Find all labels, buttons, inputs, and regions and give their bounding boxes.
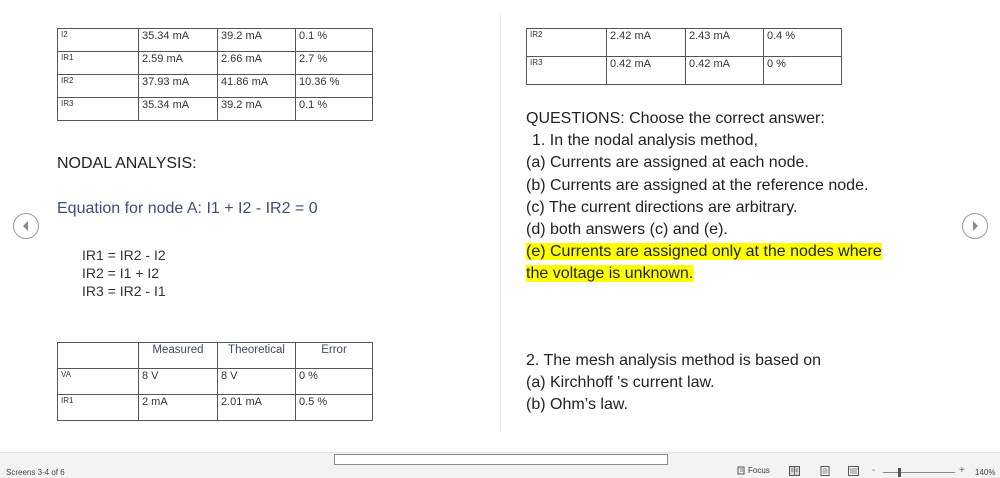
table-header-row: Measured Theoretical Error [57,342,373,369]
questions-title: QUESTIONS: Choose the correct answer: [526,110,825,127]
column-header: Measured [138,342,218,369]
column-header: Error [295,342,373,369]
table-cell: IR1 [57,51,139,75]
answer-option: (c) The current directions are arbitrary… [526,198,798,216]
table-row: IR2 2.42 mA 2.43 mA 0.4 % [526,28,842,57]
focus-icon [737,466,745,475]
table-cell: 0.42 mA [606,56,686,85]
highlighted-text: (e) Currents are assigned only at the no… [526,243,882,261]
table-cell: 0.4 % [763,28,842,57]
table-cell: IR1 [57,394,139,421]
status-bar: Screens 3-4 of 6 Focus - + 140% [0,452,1000,478]
table-cell: 2.7 % [295,51,373,75]
table-cell: 0.1 % [295,97,373,121]
table-cell: 0.42 mA [685,56,764,85]
table-cell: 2.59 mA [138,51,218,75]
table-row: IR1 2.59 mA 2.66 mA 2.7 % [57,51,373,75]
question-2: 2. The mesh analysis method is based on [526,352,821,369]
relation-line: IR1 = IR2 - I2 [82,247,166,263]
table-cell: 0.5 % [295,394,373,421]
current-relations: IR1 = IR2 - I2 IR2 = I1 + I2 IR3 = IR2 -… [82,246,166,300]
table-row: IR3 0.42 mA 0.42 mA 0 % [526,56,842,85]
table-cell: 8 V [138,368,218,395]
table-cell: 39.2 mA [217,97,296,121]
web-layout-icon[interactable] [848,466,859,476]
table-cell: IR3 [57,97,139,121]
answer-option-highlighted: (e) Currents are assigned only at the no… [526,241,946,263]
focus-label: Focus [748,466,770,475]
table-cell: 2.42 mA [606,28,686,57]
answer-option-highlighted: the voltage is unknown. [526,263,946,285]
table-cell: 0.1 % [295,28,373,52]
table-cell: 35.34 mA [138,28,218,52]
table-cell: 35.34 mA [138,97,218,121]
answer-option: (b) Ohm’s law. [526,396,628,414]
horizontal-scrollbar[interactable] [334,454,668,465]
table-cell: 2 mA [138,394,218,421]
table-cell: 10.36 % [295,74,373,98]
highlighted-text: the voltage is unknown. [526,265,694,283]
table-cell: 2.66 mA [217,51,296,75]
zoom-in-button[interactable]: + [959,465,965,476]
table-cell: 39.2 mA [217,28,296,52]
table-cell: 41.86 mA [217,74,296,98]
relation-line: IR3 = IR2 - I1 [82,283,166,299]
table-cell: 2.01 mA [217,394,296,421]
answer-option: (b) Currents are assigned at the referen… [526,176,869,194]
focus-button[interactable]: Focus [737,466,770,475]
section-heading: NODAL ANALYSIS: [57,155,197,172]
column-header [57,342,139,369]
chevron-left-icon [23,221,28,231]
table-cell: IR2 [57,74,139,98]
zoom-slider[interactable] [883,472,955,473]
table-cell: I2 [57,28,139,52]
answer-option: (d) both answers (c) and (e). [526,221,728,239]
table-row: VA 8 V 8 V 0 % [57,368,373,395]
current-results-table-left: I2 35.34 mA 39.2 mA 0.1 % IR1 2.59 mA 2.… [57,28,373,121]
question-1: 1. In the nodal analysis method, [532,132,758,150]
current-results-table-right: IR2 2.42 mA 2.43 mA 0.4 % IR3 0.42 mA 0.… [526,28,842,85]
table-cell: 0 % [295,368,373,395]
read-mode-icon[interactable] [789,466,800,476]
answer-option: (a) Currents are assigned at each node. [526,154,809,172]
answer-option: (a) Kirchhoff 's current law. [526,374,715,392]
table-cell: IR3 [526,56,607,85]
table-row: IR2 37.93 mA 41.86 mA 10.36 % [57,74,373,98]
node-equation: Equation for node A: I1 + I2 - IR2 = 0 [57,200,318,217]
chevron-right-icon [973,221,978,231]
table-cell: IR2 [526,28,607,57]
page-divider [500,14,501,432]
table-cell: 0 % [763,56,842,85]
table-row: I2 35.34 mA 39.2 mA 0.1 % [57,28,373,52]
column-header: Theoretical [217,342,296,369]
print-layout-icon[interactable] [820,466,830,476]
table-cell: 37.93 mA [138,74,218,98]
table-cell: 2.43 mA [685,28,764,57]
table-cell: 8 V [217,368,296,395]
zoom-level[interactable]: 140% [975,468,995,477]
measurement-table: Measured Theoretical Error VA 8 V 8 V 0 … [57,342,373,421]
next-screen-button[interactable] [962,213,988,239]
document-view: I2 35.34 mA 39.2 mA 0.1 % IR1 2.59 mA 2.… [0,0,1000,452]
table-cell: VA [57,368,139,395]
table-row: IR3 35.34 mA 39.2 mA 0.1 % [57,97,373,121]
zoom-out-button[interactable]: - [872,465,875,476]
zoom-slider-thumb[interactable] [898,468,901,477]
question-2-block: 2. The mesh analysis method is based on … [526,350,821,417]
questions-block: QUESTIONS: Choose the correct answer: 1.… [526,108,946,286]
page-info: Screens 3-4 of 6 [6,468,65,477]
relation-line: IR2 = I1 + I2 [82,265,160,281]
table-row: IR1 2 mA 2.01 mA 0.5 % [57,394,373,421]
previous-screen-button[interactable] [13,213,39,239]
